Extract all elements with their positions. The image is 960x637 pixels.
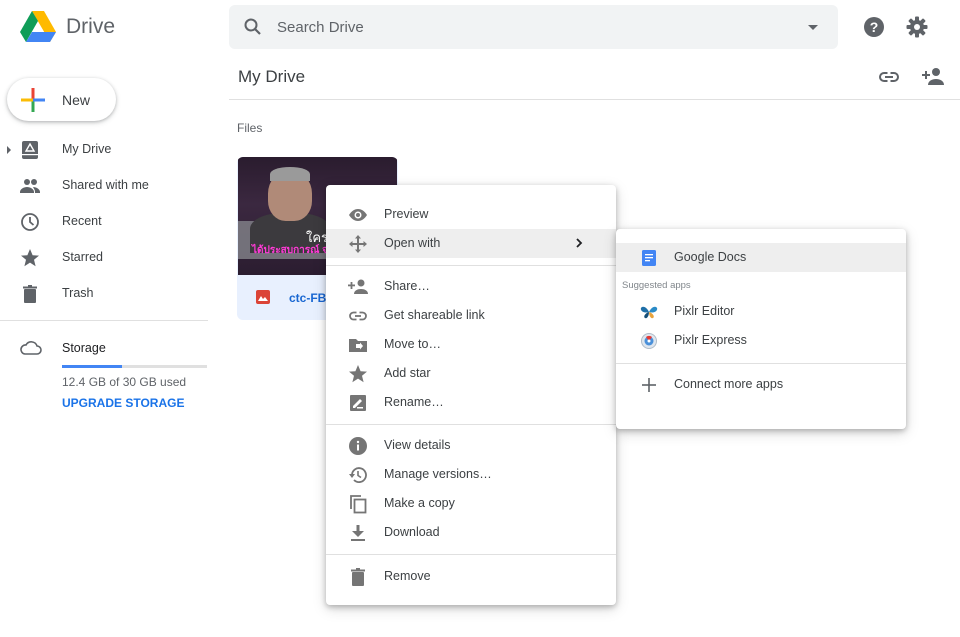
chevron-right-icon (574, 237, 584, 249)
pixlr-editor-icon (640, 303, 658, 321)
sidebar-item-shared-with-me[interactable]: Shared with me (0, 170, 210, 202)
sidebar-item-label: Starred (62, 250, 103, 264)
menu-item-move-to[interactable]: Move to… (326, 330, 616, 359)
search-bar[interactable]: Search Drive (229, 5, 838, 49)
info-icon (348, 436, 368, 456)
menu-item-manage-versions[interactable]: Manage versions… (326, 460, 616, 489)
share-person-icon (348, 277, 368, 297)
sidebar-divider (0, 320, 208, 321)
menu-item-view-details[interactable]: View details (326, 431, 616, 460)
my-drive-icon (20, 140, 40, 160)
expand-caret-icon[interactable] (7, 146, 11, 154)
upgrade-storage-link[interactable]: UPGRADE STORAGE (62, 396, 184, 410)
star-icon (348, 364, 368, 384)
brand-name: Drive (66, 15, 116, 38)
files-section-label: Files (237, 121, 263, 135)
menu-item-label: Share… (384, 279, 430, 293)
open-with-icon (348, 234, 368, 254)
move-folder-icon (348, 335, 368, 355)
menu-item-label: Make a copy (384, 496, 455, 510)
sidebar-item-label: Trash (62, 286, 94, 300)
menu-item-label: View details (384, 438, 451, 452)
sidebar-item-starred[interactable]: Starred (0, 242, 210, 274)
svg-text:?: ? (870, 19, 879, 35)
menu-item-make-a-copy[interactable]: Make a copy (326, 489, 616, 518)
link-icon (348, 306, 368, 326)
history-icon (348, 465, 368, 485)
menu-divider (326, 424, 616, 425)
menu-item-label: Add star (384, 366, 431, 380)
menu-item-preview[interactable]: Preview (326, 200, 616, 229)
sidebar-item-recent[interactable]: Recent (0, 206, 210, 238)
menu-item-open-with[interactable]: Open with (326, 229, 616, 258)
trash-icon (20, 284, 40, 304)
menu-item-label: Rename… (384, 395, 444, 409)
page-title: My Drive (238, 67, 306, 86)
sidebar-item-label: Recent (62, 214, 102, 228)
submenu-item-pixlr-editor[interactable]: Pixlr Editor (616, 297, 906, 326)
menu-item-download[interactable]: Download (326, 518, 616, 547)
new-button-label: New (62, 92, 91, 108)
submenu-item-label: Pixlr Express (674, 333, 747, 347)
submenu-item-pixlr-express[interactable]: Pixlr Express (616, 326, 906, 355)
open-with-submenu: Google Docs Suggested apps Pixlr Editor … (616, 229, 906, 429)
suggested-apps-header: Suggested apps (622, 280, 691, 291)
clock-icon (20, 212, 40, 232)
sidebar-item-label: Shared with me (62, 178, 149, 192)
share-person-icon[interactable] (921, 65, 945, 89)
menu-item-remove[interactable]: Remove (326, 562, 616, 591)
submenu-item-label: Pixlr Editor (674, 304, 735, 318)
menu-item-label: Open with (384, 236, 441, 250)
sidebar-item-my-drive[interactable]: My Drive (0, 134, 210, 166)
link-icon[interactable] (877, 65, 901, 89)
search-options-dropdown-icon[interactable] (808, 25, 818, 30)
new-plus-icon (21, 88, 45, 112)
storage-used-text: 12.4 GB of 30 GB used (62, 375, 187, 389)
image-file-icon (256, 290, 270, 304)
new-button[interactable]: New (7, 78, 116, 121)
search-input[interactable]: Search Drive (277, 19, 364, 36)
submenu-item-google-docs[interactable]: Google Docs (616, 243, 906, 272)
download-icon (348, 523, 368, 543)
shared-icon (20, 176, 40, 196)
menu-divider (326, 265, 616, 266)
menu-divider (326, 554, 616, 555)
menu-item-get-shareable-link[interactable]: Get shareable link (326, 301, 616, 330)
context-menu: Preview Open with Share… Get shareable l… (326, 185, 616, 605)
menu-item-label: Manage versions… (384, 467, 492, 481)
submenu-item-connect-more-apps[interactable]: Connect more apps (616, 370, 906, 399)
search-icon[interactable] (243, 17, 263, 37)
rename-icon (348, 393, 368, 413)
google-docs-icon (640, 249, 658, 267)
submenu-item-label: Google Docs (674, 250, 747, 264)
menu-item-label: Move to… (384, 337, 441, 351)
menu-item-label: Preview (384, 207, 429, 221)
sidebar-item-trash[interactable]: Trash (0, 278, 210, 310)
menu-item-label: Get shareable link (384, 308, 485, 322)
copy-icon (348, 494, 368, 514)
sidebar-item-label: My Drive (62, 142, 112, 156)
plus-icon (640, 376, 658, 394)
menu-item-rename[interactable]: Rename… (326, 388, 616, 417)
pixlr-express-icon (640, 332, 658, 350)
eye-icon (348, 205, 368, 225)
menu-item-label: Download (384, 525, 440, 539)
settings-icon[interactable] (905, 15, 929, 39)
header-divider (229, 99, 960, 100)
help-icon[interactable]: ? (862, 15, 886, 39)
storage-usage-fill (62, 365, 122, 368)
menu-item-share[interactable]: Share… (326, 272, 616, 301)
drive-logo-icon[interactable] (20, 11, 56, 43)
submenu-divider (616, 363, 906, 364)
star-icon (20, 248, 40, 268)
menu-item-label: Remove (384, 569, 431, 583)
sidebar-item-storage[interactable]: Storage (0, 332, 210, 364)
storage-usage-bar (62, 365, 207, 368)
menu-item-add-star[interactable]: Add star (326, 359, 616, 388)
trash-icon (348, 567, 368, 587)
storage-label: Storage (62, 341, 106, 355)
cloud-icon (20, 338, 42, 358)
thumbnail-text: ได้ประสบการณ์ จ (252, 245, 329, 256)
submenu-item-label: Connect more apps (674, 377, 784, 391)
